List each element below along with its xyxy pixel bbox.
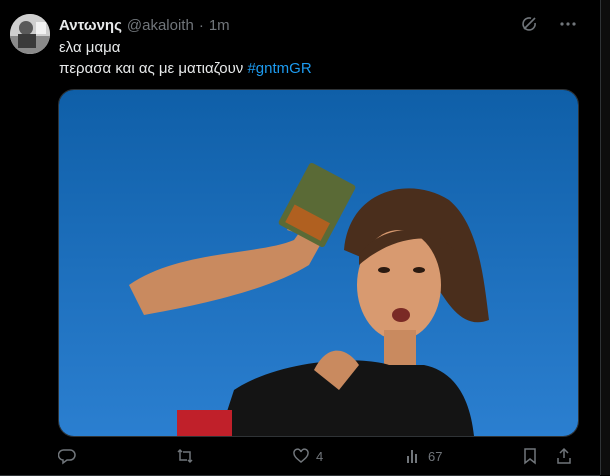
views-icon xyxy=(407,450,417,463)
author-name[interactable]: Αντωνης xyxy=(59,17,122,34)
timestamp[interactable]: 1m xyxy=(209,17,230,34)
media-image xyxy=(59,90,578,436)
separator-dot: · xyxy=(198,16,204,34)
reply-icon xyxy=(58,449,76,465)
tweet-actions: 4 67 xyxy=(58,444,583,468)
view-count: 67 xyxy=(428,448,443,464)
tweet-line-1: ελα μαμα xyxy=(59,39,121,56)
author-handle[interactable]: @akaloith xyxy=(127,17,194,34)
retweet-icon xyxy=(177,448,193,464)
hashtag-link[interactable]: #gntmGR xyxy=(247,60,311,77)
share-icon xyxy=(557,447,571,464)
header-icons xyxy=(520,14,578,34)
tweet-line-2: περασα και ας με ματιαζουν #gntmGR xyxy=(59,58,312,79)
share-button[interactable] xyxy=(555,447,579,465)
tweet-media[interactable] xyxy=(58,89,579,437)
bookmark-icon xyxy=(524,448,536,465)
views-button[interactable]: 67 xyxy=(404,447,521,465)
like-button[interactable]: 4 xyxy=(292,447,404,465)
more-icon[interactable] xyxy=(558,14,578,34)
like-icon xyxy=(293,448,309,463)
tweet-line-2-text: περασα και ας με ματιαζουν xyxy=(59,60,248,77)
avatar[interactable] xyxy=(10,14,50,54)
tweet-header: Αντωνης @akaloith · 1m xyxy=(59,14,230,36)
avatar-image xyxy=(10,14,50,54)
reply-button[interactable] xyxy=(58,447,176,465)
like-count: 4 xyxy=(316,448,324,464)
tweet-text: ελα μαμα περασα και ας με ματιαζουν #gnt… xyxy=(59,37,312,79)
bookmark-button[interactable] xyxy=(521,447,555,465)
grok-icon[interactable] xyxy=(520,14,540,34)
tweet[interactable]: Αντωνης @akaloith · 1m ελα μαμα περασα κ… xyxy=(0,0,600,476)
right-rail xyxy=(600,0,610,475)
retweet-button[interactable] xyxy=(176,447,292,465)
